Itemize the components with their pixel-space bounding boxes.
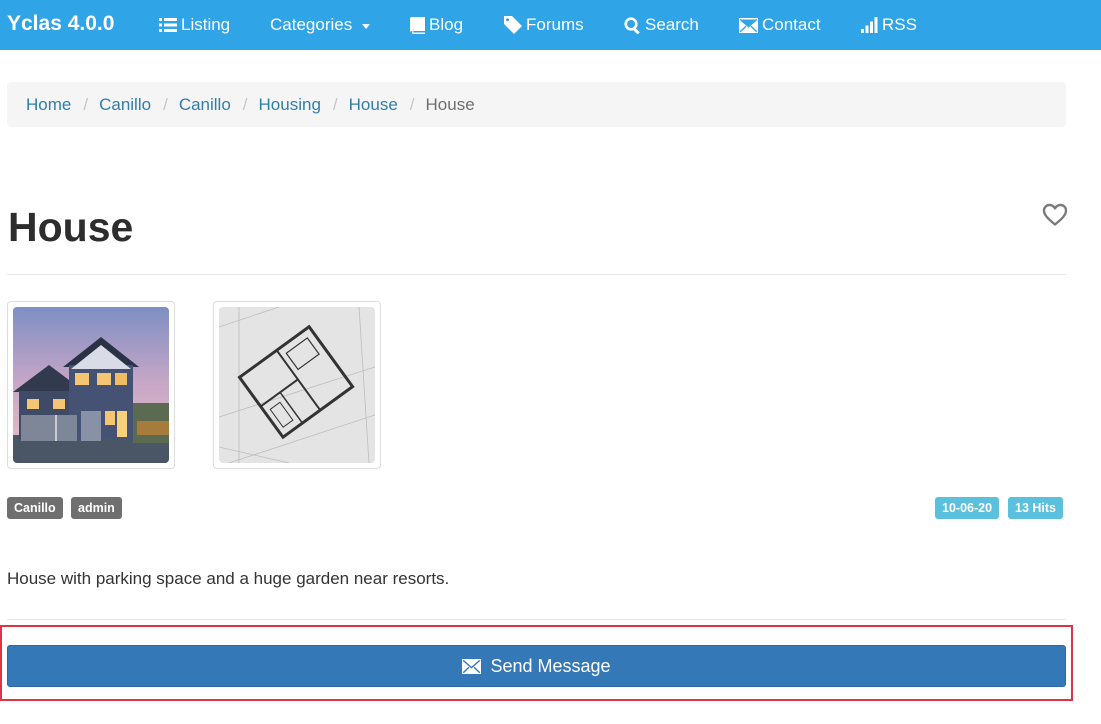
hits-badge: 13 Hits [1008,497,1063,519]
floor-plan-image [219,307,375,463]
nav-categories[interactable]: Categories [270,13,371,37]
nav-categories-label: Categories [270,15,353,34]
divider [7,274,1066,275]
nav-contact[interactable]: Contact [739,13,821,37]
envelope-icon [462,658,482,674]
nav-search-label: Search [645,15,699,34]
brand-logo[interactable]: Yclas 4.0.0 [7,12,114,36]
breadcrumb-separator: / [332,94,338,114]
heart-icon [1042,203,1068,226]
list-icon [159,18,177,32]
ad-description: House with parking space and a huge gard… [7,569,450,588]
breadcrumb-housing[interactable]: Housing [259,95,321,115]
nav-contact-label: Contact [762,15,821,34]
breadcrumb-current: House [425,94,475,114]
nav-rss[interactable]: RSS [861,13,917,37]
send-message-label: Send Message [490,655,611,676]
breadcrumb-separator: / [163,94,168,114]
envelope-icon [739,17,758,33]
thumbnail-house-photo[interactable] [7,301,175,469]
favorite-button[interactable] [1042,203,1068,227]
house-photo-image [13,307,169,463]
breadcrumb-house[interactable]: House [349,95,398,115]
nav-search[interactable]: Search [624,13,699,37]
top-navbar: Yclas 4.0.0 Listing Categories Blog Foru… [0,0,1101,50]
location-badge[interactable]: Canillo [7,497,63,519]
breadcrumb-separator: / [83,94,89,114]
breadcrumb: Home / Canillo / Canillo / Housing / Hou… [7,82,1066,127]
signal-icon [861,17,878,33]
thumbnail-floor-plan[interactable] [213,301,381,469]
search-icon [624,16,640,34]
breadcrumb-separator: / [409,94,415,114]
breadcrumb-home[interactable]: Home [26,95,71,115]
chevron-down-icon [362,23,371,29]
date-badge: 10-06-20 [935,497,1000,519]
author-badge[interactable]: admin [71,497,122,519]
tag-icon [504,16,522,34]
nav-listing[interactable]: Listing [159,13,230,37]
breadcrumb-canillo-2[interactable]: Canillo [179,95,231,115]
nav-blog[interactable]: Blog [410,13,463,37]
nav-blog-label: Blog [429,15,464,34]
nav-forums-label: Forums [526,15,584,34]
nav-listing-label: Listing [181,15,231,34]
book-icon [410,16,425,34]
page-title: House [8,204,134,250]
divider [7,619,1066,620]
nav-forums[interactable]: Forums [504,13,584,37]
nav-rss-label: RSS [882,15,917,34]
breadcrumb-separator: / [242,94,248,114]
send-message-button[interactable]: Send Message [7,645,1066,687]
breadcrumb-canillo-1[interactable]: Canillo [99,95,151,115]
